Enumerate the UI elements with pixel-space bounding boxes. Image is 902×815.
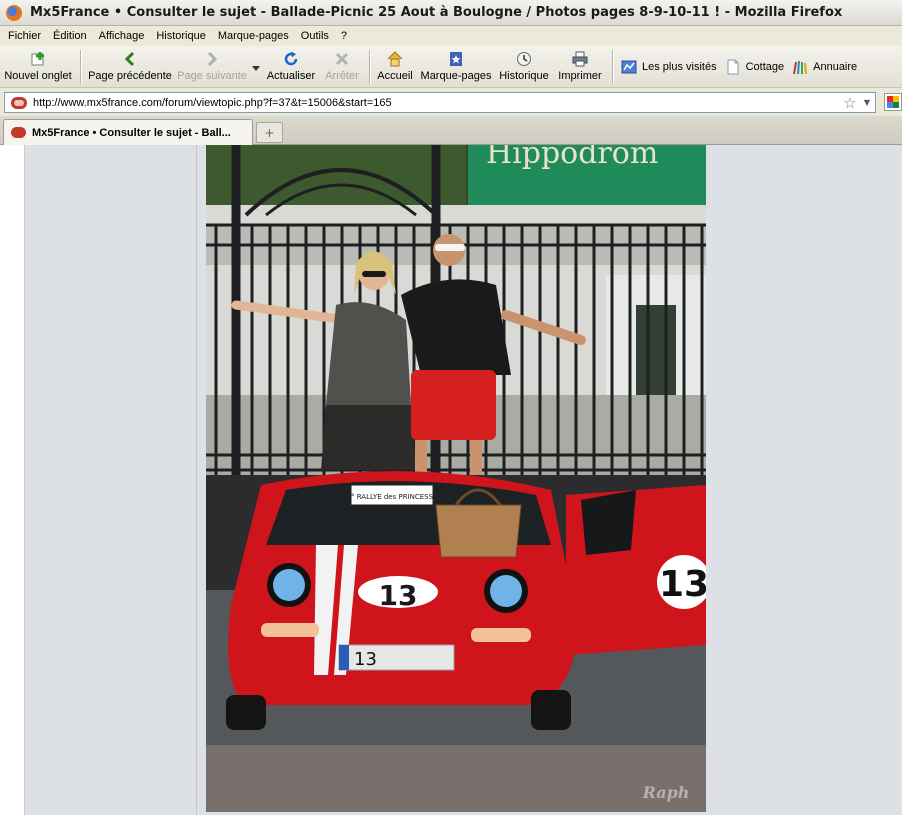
bookmark-label: Annuaire bbox=[813, 61, 858, 73]
bookmarks-button[interactable]: Marque-pages bbox=[416, 46, 496, 88]
tab-mx5france[interactable]: Mx5France • Consulter le sujet - Ball... bbox=[3, 119, 253, 145]
clock-icon bbox=[516, 51, 532, 67]
window-title-bar: Mx5France • Consulter le sujet - Ballade… bbox=[0, 0, 902, 26]
back-button[interactable]: Page précédente bbox=[85, 46, 175, 88]
site-favicon-icon bbox=[11, 127, 26, 138]
address-bar[interactable]: http://www.mx5france.com/forum/viewtopic… bbox=[4, 92, 876, 113]
firefox-icon bbox=[6, 4, 22, 21]
site-favicon-icon bbox=[11, 96, 27, 109]
bookmark-most-visited[interactable]: Les plus visités bbox=[617, 46, 721, 88]
directory-icon bbox=[792, 59, 808, 75]
reload-button[interactable]: Actualiser bbox=[263, 46, 319, 88]
bookmark-cottage[interactable]: Cottage bbox=[721, 46, 789, 88]
tab-label: Mx5France • Consulter le sujet - Ball... bbox=[32, 126, 231, 139]
license-plate: 13 bbox=[354, 649, 377, 670]
tab-bar: Mx5France • Consulter le sujet - Ball...… bbox=[0, 116, 902, 145]
history-button[interactable]: Historique bbox=[496, 46, 552, 88]
bookmark-label: Les plus visités bbox=[642, 61, 717, 73]
new-tab-plus-button[interactable]: + bbox=[256, 122, 283, 143]
printer-icon bbox=[572, 51, 588, 67]
back-arrow-icon bbox=[122, 51, 138, 67]
photo-illustration: Hippodrom 13 13 13 13° RALLYE des PRINCE… bbox=[206, 145, 706, 812]
forum-photo[interactable]: Hippodrom 13 13 13 13° RALLYE des PRINCE… bbox=[206, 145, 706, 812]
forward-label: Page suivante bbox=[177, 70, 247, 82]
toolbar-separator bbox=[369, 50, 370, 84]
url-dropdown-icon[interactable]: ▼ bbox=[859, 98, 875, 107]
toolbar-separator bbox=[612, 50, 613, 84]
print-button[interactable]: Imprimer bbox=[552, 46, 608, 88]
forward-button[interactable]: Page suivante bbox=[175, 46, 249, 88]
hood-number: 13 bbox=[379, 579, 418, 612]
rally-plate: 13° RALLYE des PRINCESSES bbox=[342, 493, 442, 501]
home-button[interactable]: Accueil bbox=[374, 46, 416, 88]
stop-button[interactable]: Arrêter bbox=[319, 46, 365, 88]
menu-edition[interactable]: Édition bbox=[47, 30, 93, 42]
bookmark-label: Cottage bbox=[745, 61, 785, 73]
history-dropdown-button[interactable] bbox=[249, 46, 263, 88]
page-content: Hippodrom 13 13 13 13° RALLYE des PRINCE… bbox=[0, 145, 902, 815]
bookmarks-icon bbox=[448, 51, 464, 67]
page-icon bbox=[725, 59, 741, 75]
plus-icon: + bbox=[264, 125, 275, 140]
chevron-down-icon bbox=[248, 61, 264, 77]
menu-fichier[interactable]: Fichier bbox=[2, 30, 47, 42]
reload-label: Actualiser bbox=[266, 70, 316, 82]
home-icon bbox=[387, 51, 403, 67]
new-tab-button[interactable]: Nouvel onglet bbox=[0, 46, 76, 88]
left-margin bbox=[0, 145, 25, 815]
menu-affichage[interactable]: Affichage bbox=[93, 30, 151, 42]
photographer-watermark: Raph bbox=[642, 783, 690, 802]
content-divider bbox=[196, 145, 197, 815]
history-label: Historique bbox=[499, 70, 549, 82]
print-label: Imprimer bbox=[558, 70, 602, 82]
new-tab-label: Nouvel onglet bbox=[4, 70, 72, 82]
window-title: Mx5France • Consulter le sujet - Ballade… bbox=[30, 5, 843, 20]
new-tab-icon bbox=[30, 51, 46, 67]
door-number: 13 bbox=[659, 564, 706, 605]
most-visited-icon bbox=[621, 59, 637, 75]
address-bar-row: http://www.mx5france.com/forum/viewtopic… bbox=[0, 88, 902, 116]
bookmarks-label: Marque-pages bbox=[420, 70, 492, 82]
bookmark-star-icon[interactable]: ☆ bbox=[841, 94, 859, 112]
bookmark-annuaire[interactable]: Annuaire bbox=[788, 46, 861, 88]
search-engine-icon[interactable] bbox=[884, 93, 902, 111]
forward-arrow-icon bbox=[204, 51, 220, 67]
menu-marque-pages[interactable]: Marque-pages bbox=[212, 30, 295, 42]
reload-icon bbox=[283, 51, 299, 67]
menu-historique[interactable]: Historique bbox=[150, 30, 212, 42]
back-label: Page précédente bbox=[88, 70, 172, 82]
navigation-toolbar: Nouvel onglet Page précédente Page suiva… bbox=[0, 46, 902, 88]
address-url[interactable]: http://www.mx5france.com/forum/viewtopic… bbox=[33, 97, 841, 109]
hippodrome-sign-text: Hippodrom bbox=[486, 145, 658, 171]
stop-label: Arrêter bbox=[325, 70, 359, 82]
toolbar-separator bbox=[80, 50, 81, 84]
menu-help[interactable]: ? bbox=[335, 30, 353, 42]
stop-icon bbox=[334, 51, 350, 67]
menu-bar: Fichier Édition Affichage Historique Mar… bbox=[0, 26, 902, 46]
home-label: Accueil bbox=[377, 70, 413, 82]
menu-outils[interactable]: Outils bbox=[295, 30, 335, 42]
